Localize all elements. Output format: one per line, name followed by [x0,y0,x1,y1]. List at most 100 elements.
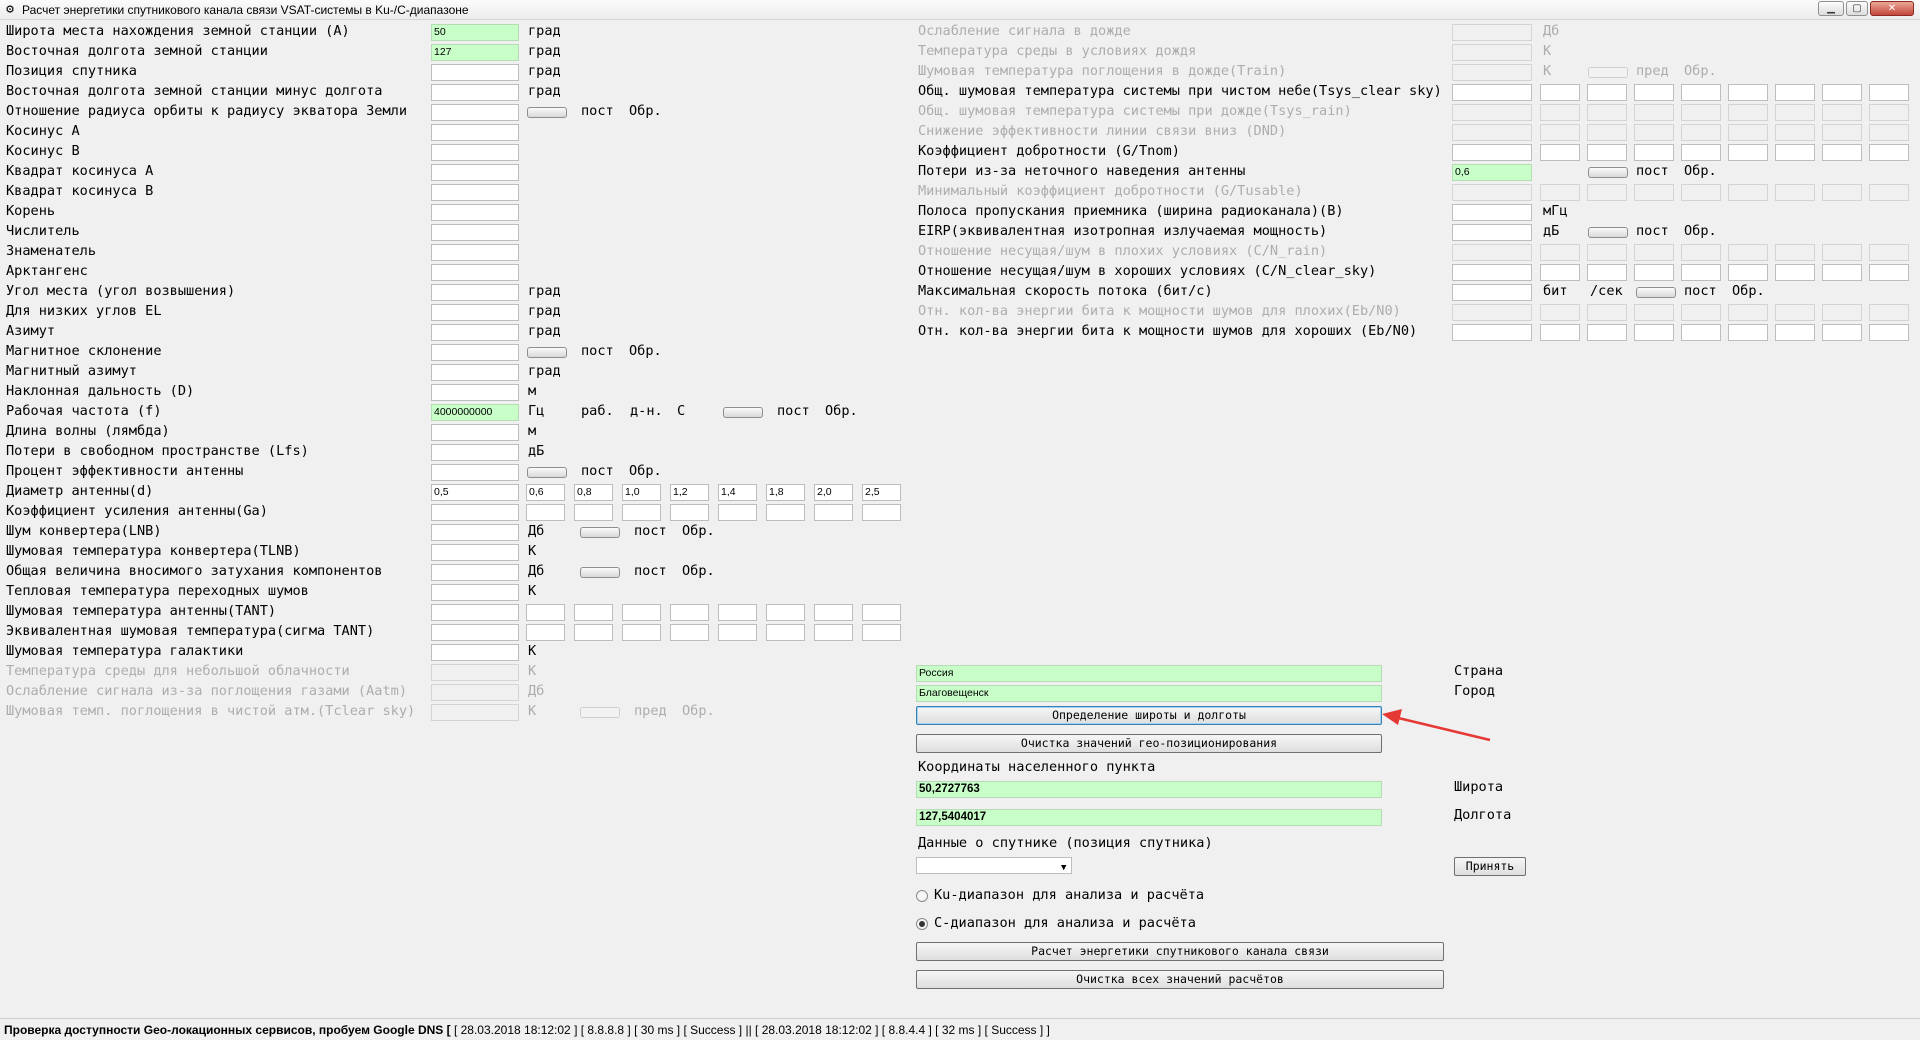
const-toggle[interactable] [1588,227,1628,238]
variant-field[interactable] [1681,144,1721,161]
variant-field[interactable] [814,504,853,521]
variant-field[interactable] [1540,304,1580,321]
param-field[interactable] [1452,304,1532,321]
clear-geo-button[interactable]: Очистка значений гео-позиционирования [916,734,1382,753]
param-field[interactable] [1452,204,1532,221]
param-field[interactable] [1452,64,1532,81]
latitude-field[interactable]: 50,2727763 [916,781,1382,798]
variant-field[interactable] [1869,124,1909,141]
variant-field[interactable] [1728,124,1768,141]
param-field[interactable] [1452,124,1532,141]
param-field[interactable] [1452,324,1532,341]
variant-field[interactable] [1869,84,1909,101]
variant-field[interactable] [862,504,901,521]
variant-field[interactable] [1728,264,1768,281]
variant-field[interactable] [1587,324,1627,341]
variant-field[interactable] [1540,244,1580,261]
param-field[interactable] [1452,224,1532,241]
variant-field[interactable] [1587,304,1627,321]
param-field[interactable] [431,644,519,661]
param-field[interactable] [431,184,519,201]
variant-field[interactable] [1869,144,1909,161]
param-field[interactable] [431,444,519,461]
variant-field[interactable] [1775,184,1815,201]
variant-field[interactable] [1775,144,1815,161]
variant-field[interactable] [1728,104,1768,121]
param-field[interactable] [1452,144,1532,161]
variant-field[interactable] [1587,84,1627,101]
variant-field[interactable] [1822,244,1862,261]
variant-field[interactable] [1869,304,1909,321]
satellite-select[interactable] [916,857,1072,874]
calculate-button[interactable]: Расчет энергетики спутникового канала св… [916,942,1444,961]
variant-field[interactable] [1540,144,1580,161]
param-field[interactable]: 0,5 [431,484,519,501]
param-field[interactable] [431,124,519,141]
variant-field[interactable] [1587,124,1627,141]
param-field[interactable] [431,504,519,521]
variant-field[interactable] [1634,184,1674,201]
variant-field[interactable] [1869,244,1909,261]
param-field[interactable] [431,244,519,261]
variant-field[interactable] [718,624,757,641]
variant-field[interactable] [718,604,757,621]
variant-field[interactable] [1822,144,1862,161]
const-toggle[interactable] [580,567,620,578]
param-field[interactable] [431,604,519,621]
param-field[interactable] [431,104,519,121]
param-field[interactable] [431,524,519,541]
maximize-button[interactable]: ▢ [1846,1,1868,16]
diameter-field[interactable]: 0,6 [526,484,565,501]
diameter-field[interactable]: 1,2 [670,484,709,501]
param-field[interactable] [431,284,519,301]
param-field[interactable] [431,224,519,241]
country-field[interactable]: Россия [916,665,1382,682]
variant-field[interactable] [1822,304,1862,321]
variant-field[interactable] [1775,264,1815,281]
param-field[interactable] [431,164,519,181]
param-field[interactable] [1452,284,1532,301]
accept-button[interactable]: Принять [1454,857,1526,876]
const-toggle[interactable] [1636,287,1676,298]
param-field[interactable] [431,344,519,361]
variant-field[interactable] [526,604,565,621]
variant-field[interactable] [670,624,709,641]
variant-field[interactable] [862,604,901,621]
const-toggle[interactable] [580,527,620,538]
param-field[interactable]: 0,6 [1452,164,1532,181]
param-field[interactable] [1452,264,1532,281]
variant-field[interactable] [526,624,565,641]
param-field[interactable] [1452,244,1532,261]
variant-field[interactable] [1822,84,1862,101]
variant-field[interactable] [526,504,565,521]
variant-field[interactable] [1587,244,1627,261]
param-field[interactable] [431,204,519,221]
variant-field[interactable] [1869,104,1909,121]
variant-field[interactable] [1728,244,1768,261]
variant-field[interactable] [1681,184,1721,201]
variant-field[interactable] [1540,264,1580,281]
minimize-button[interactable]: ▁ [1818,1,1844,16]
param-field[interactable] [1452,104,1532,121]
variant-field[interactable] [1634,104,1674,121]
variant-field[interactable] [1822,104,1862,121]
variant-field[interactable] [1587,144,1627,161]
variant-field[interactable] [1681,104,1721,121]
param-field[interactable] [1452,24,1532,41]
variant-field[interactable] [1775,104,1815,121]
variant-field[interactable] [1775,124,1815,141]
const-toggle[interactable] [527,347,567,358]
param-field[interactable] [431,364,519,381]
variant-field[interactable] [574,504,613,521]
variant-field[interactable] [1775,84,1815,101]
const-toggle[interactable] [1588,167,1628,178]
variant-field[interactable] [1869,264,1909,281]
variant-field[interactable] [1681,124,1721,141]
const-toggle[interactable] [527,107,567,118]
variant-field[interactable] [1587,184,1627,201]
variant-field[interactable] [1681,244,1721,261]
variant-field[interactable] [1587,104,1627,121]
param-field[interactable] [431,384,519,401]
variant-field[interactable] [574,624,613,641]
variant-field[interactable] [1822,324,1862,341]
